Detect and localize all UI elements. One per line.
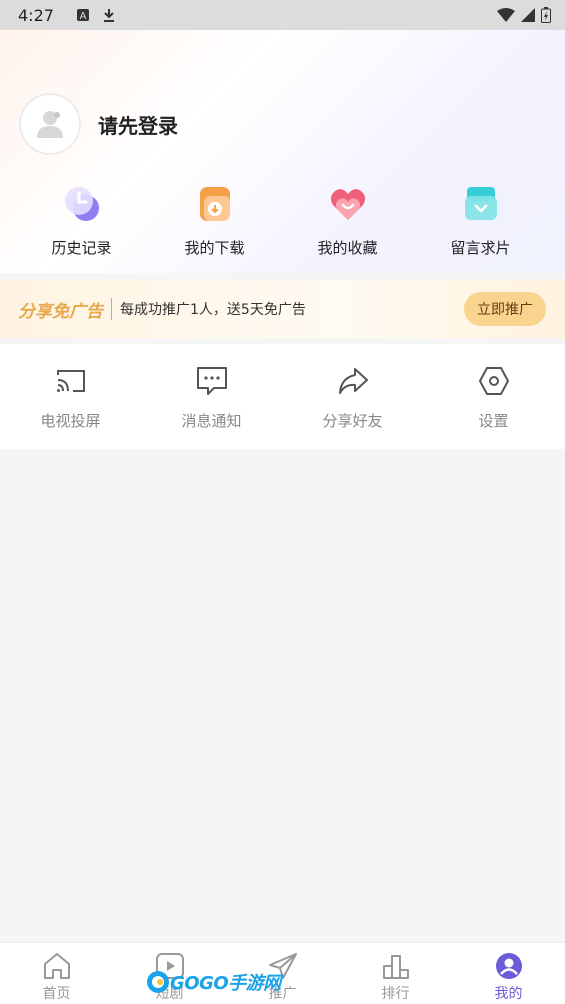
status-indicators	[497, 7, 551, 23]
watermark-logo-icon	[147, 971, 169, 993]
tool-cast[interactable]: 电视投屏	[0, 344, 141, 449]
battery-icon	[541, 7, 551, 23]
cast-icon	[54, 364, 88, 398]
quick-download-label: 我的下载	[184, 239, 245, 257]
watermark: GOGO手游网	[146, 964, 281, 1000]
wifi-icon	[497, 8, 515, 22]
download-status-icon	[102, 8, 116, 22]
tool-notifications[interactable]: 消息通知	[141, 344, 282, 449]
message-box-icon	[460, 183, 502, 225]
bottom-tab-bar: 首页 短剧 推广 排行 我的	[0, 942, 565, 1004]
tab-ranking-label: 排行	[381, 986, 410, 1002]
tool-cast-label: 电视投屏	[40, 412, 101, 430]
avatar[interactable]	[19, 93, 81, 155]
login-prompt[interactable]: 请先登录	[98, 110, 178, 139]
tab-mine-label: 我的	[494, 986, 523, 1002]
promo-divider	[111, 298, 112, 320]
quick-favorites-label: 我的收藏	[317, 239, 378, 257]
promote-now-button[interactable]: 立即推广	[464, 292, 546, 326]
promo-text: 每成功推广1人，送5天免广告	[120, 302, 306, 318]
share-icon	[336, 364, 370, 398]
download-icon	[194, 183, 236, 225]
tool-settings-label: 设置	[478, 412, 509, 430]
user-icon	[494, 951, 524, 981]
quick-request-label: 留言求片	[450, 239, 511, 257]
svg-text:A: A	[80, 11, 87, 22]
tab-ranking[interactable]: 排行	[339, 943, 452, 1004]
tools-panel: 电视投屏 消息通知 分享好友 设置	[0, 344, 565, 449]
profile-header: 请先登录 历史记录 我的下载 我的收藏 留言求片	[0, 30, 565, 273]
quick-actions: 历史记录 我的下载 我的收藏 留言求片	[0, 183, 565, 263]
rank-icon	[381, 951, 411, 981]
tool-share[interactable]: 分享好友	[282, 344, 423, 449]
tool-share-label: 分享好友	[322, 412, 383, 430]
quick-history-label: 历史记录	[51, 239, 112, 257]
default-avatar-icon	[37, 111, 63, 138]
home-icon	[42, 951, 72, 981]
message-icon	[195, 364, 229, 398]
tab-mine[interactable]: 我的	[452, 943, 565, 1004]
tool-settings[interactable]: 设置	[423, 344, 564, 449]
heart-icon	[327, 183, 369, 225]
quick-request[interactable]: 留言求片	[414, 183, 547, 263]
tool-notifications-label: 消息通知	[181, 412, 242, 430]
promo-banner: 分享免广告 每成功推广1人，送5天免广告 立即推广	[0, 280, 565, 338]
settings-icon	[477, 364, 511, 398]
watermark-text: GOGO手游网	[170, 973, 281, 994]
status-bar: 4:27 A	[0, 0, 565, 30]
status-time: 4:27	[18, 5, 54, 25]
font-icon: A	[76, 8, 90, 22]
tab-home-label: 首页	[42, 986, 71, 1002]
quick-download[interactable]: 我的下载	[148, 183, 281, 263]
history-icon	[61, 183, 103, 225]
quick-history[interactable]: 历史记录	[15, 183, 148, 263]
signal-icon	[521, 8, 535, 22]
quick-favorites[interactable]: 我的收藏	[281, 183, 414, 263]
promo-brand: 分享免广告	[18, 301, 103, 322]
tab-home[interactable]: 首页	[0, 943, 113, 1004]
